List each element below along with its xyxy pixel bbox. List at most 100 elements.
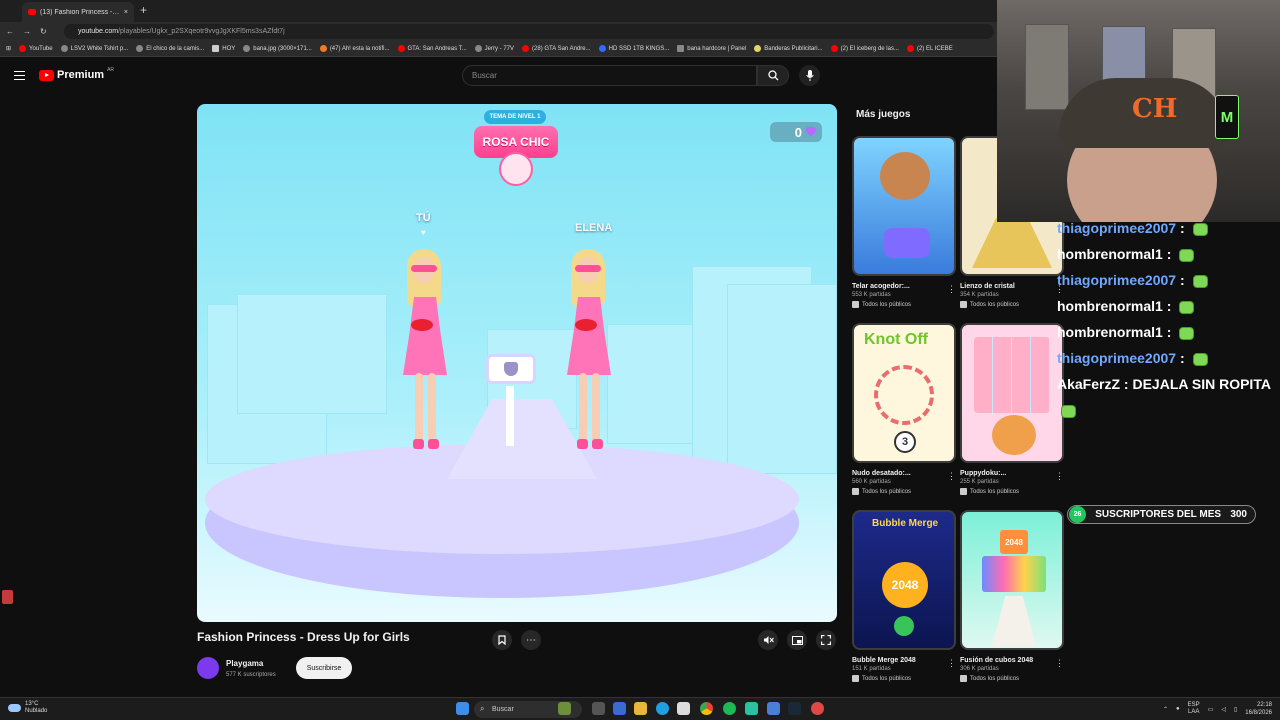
bookmark[interactable]: (2) EL ICEBE: [906, 45, 953, 52]
chat-message: AkaFerzZ : DEJALA SIN ROPITA: [1057, 371, 1280, 423]
game-canvas[interactable]: TEMA DE NIVEL 1 ROSA CHIC 0 TÚ ♥ ELENA: [197, 104, 837, 622]
game-thumbnail: [960, 323, 1064, 463]
chat-message: hombrenormal1 :: [1057, 319, 1280, 345]
rating-icon: [852, 301, 859, 308]
windows-start-icon[interactable]: [456, 702, 469, 715]
mute-button[interactable]: [758, 630, 778, 650]
bookmark[interactable]: Banderas Publicitari...: [754, 45, 823, 52]
chat-username: hombrenormal1: [1057, 246, 1163, 262]
opponent-label: ELENA: [575, 222, 613, 234]
heart-icon: ♥: [421, 228, 426, 237]
game-thumbnail: 2048: [960, 510, 1064, 650]
browser-tab[interactable]: (13) Fashion Princess - Dress U ×: [22, 2, 134, 22]
search-input[interactable]: Buscar: [462, 65, 757, 86]
bookmark-icon: [754, 45, 762, 52]
more-options-button[interactable]: ⋯: [521, 630, 541, 650]
fullscreen-button[interactable]: [816, 630, 836, 650]
new-tab-button[interactable]: +: [140, 3, 147, 17]
game-card[interactable]: Telar acogedor:... 553 K partidas Todos …: [852, 136, 956, 308]
microphone-icon: [805, 70, 814, 81]
channel-subscribers: 577 K suscriptores: [226, 672, 276, 678]
bookmark-icon: [677, 45, 685, 52]
chevron-up-icon[interactable]: ⌃: [1163, 706, 1168, 713]
frog-emote-icon: [1179, 300, 1195, 314]
bookmark[interactable]: (2) El iceberg de las...: [830, 45, 899, 52]
miniplayer-button[interactable]: [787, 630, 807, 650]
bookmark[interactable]: YouTube: [19, 45, 53, 52]
tab-title: (13) Fashion Princess - Dress U: [40, 8, 120, 16]
store-icon[interactable]: [677, 702, 690, 715]
game-thumbnail: Knot Off 3: [852, 323, 956, 463]
network-icon[interactable]: ▭: [1208, 706, 1214, 713]
chat-username: AkaFerzZ: [1057, 376, 1121, 392]
bookmark[interactable]: LSV2 White Tshirt p...: [60, 45, 128, 52]
subscriber-count: 26: [1069, 506, 1086, 523]
frog-emote-icon: [1192, 222, 1208, 236]
reload-icon[interactable]: ↻: [40, 27, 47, 36]
bookmark[interactable]: (47) Ah! esta la notifi...: [319, 45, 390, 52]
subscriber-goal: 26 SUSCRIPTORES DEL MES 300: [1067, 505, 1256, 524]
save-button[interactable]: [492, 630, 512, 650]
spotify-icon[interactable]: [723, 702, 736, 715]
subscribe-button[interactable]: Suscribirse: [296, 657, 352, 679]
bookmark[interactable]: El chico de la camis...: [136, 45, 204, 52]
bookmark[interactable]: (28) GTA San Andre...: [522, 45, 591, 52]
chat-separator: :: [1162, 246, 1176, 262]
menu-icon[interactable]: [14, 71, 25, 80]
player-character: [395, 249, 455, 459]
app-icon[interactable]: [613, 702, 626, 715]
bookmark[interactable]: GTA: San Andreas T...: [397, 45, 467, 52]
forward-icon[interactable]: →: [23, 27, 31, 36]
game-thumbnail: [852, 136, 956, 276]
bookmark-icon: [522, 45, 530, 52]
video-title: Fashion Princess - Dress Up for Girls: [197, 630, 410, 644]
back-icon[interactable]: ←: [6, 27, 14, 36]
search-button[interactable]: [757, 65, 789, 86]
channel-avatar[interactable]: [197, 657, 219, 679]
microphone-icon[interactable]: ●: [1176, 706, 1180, 712]
close-tab-icon[interactable]: ×: [124, 9, 128, 16]
voice-search-button[interactable]: [799, 65, 820, 86]
bookmark-icon: [598, 45, 606, 52]
file-explorer-icon[interactable]: [634, 702, 647, 715]
game-card[interactable]: Puppydoku:... 255 K partidas Todos los p…: [960, 323, 1064, 495]
card-menu-icon[interactable]: ⋮: [1055, 471, 1064, 482]
opponent-character: [559, 249, 619, 459]
chrome-icon[interactable]: [700, 702, 713, 715]
card-menu-icon[interactable]: ⋮: [1055, 658, 1064, 669]
game-card[interactable]: Bubble Merge 2048 Bubble Merge 2048 151 …: [852, 510, 956, 682]
streamer-webcam: CH M: [997, 0, 1280, 222]
chat-separator: :: [1176, 220, 1189, 236]
rating-icon: [960, 675, 967, 682]
card-menu-icon[interactable]: ⋮: [947, 284, 956, 295]
stream-chat: thiagoprimee2007 : hombrenormal1 : thiag…: [1057, 215, 1280, 423]
task-view-icon[interactable]: [558, 702, 571, 715]
app-icon[interactable]: [811, 702, 824, 715]
game-card[interactable]: 2048 Fusión de cubos 2048 306 K partidas…: [960, 510, 1064, 682]
clock[interactable]: 22:18 16/8/2026: [1245, 701, 1272, 717]
bookmark[interactable]: bana.jpg (3000×171...: [243, 45, 312, 52]
bookmark-folder[interactable]: HOY: [212, 45, 235, 52]
app-icon[interactable]: [767, 702, 780, 715]
app-icon[interactable]: [745, 702, 758, 715]
app-icon[interactable]: [592, 702, 605, 715]
language-indicator[interactable]: ESP LAA: [1188, 702, 1200, 716]
card-menu-icon[interactable]: ⋮: [947, 658, 956, 669]
bookmark[interactable]: Jerry - 77V: [474, 45, 514, 52]
weather-widget[interactable]: 13°C Nublado: [8, 701, 47, 715]
volume-icon[interactable]: ◁: [1221, 706, 1226, 713]
game-card[interactable]: Knot Off 3 Nudo desatado:... 560 K parti…: [852, 323, 956, 495]
steam-icon[interactable]: [788, 702, 801, 715]
bookmark[interactable]: HD SSD 1TB KINGS...: [598, 45, 669, 52]
chat-username: thiagoprimee2007: [1057, 272, 1177, 288]
bookmark-icon: [397, 45, 405, 52]
edge-icon[interactable]: [656, 702, 669, 715]
youtube-premium-logo[interactable]: Premium AR: [39, 67, 114, 81]
battery-icon[interactable]: ▯: [1234, 706, 1237, 713]
channel-name[interactable]: Playgama: [226, 659, 263, 668]
bookmark[interactable]: bana hardcore | Panel: [677, 45, 746, 52]
address-bar[interactable]: youtube.com/playables/Ugkx_p2SXqeotr9vvg…: [64, 24, 994, 39]
apps-grid-icon[interactable]: ⊞: [6, 45, 11, 52]
card-menu-icon[interactable]: ⋮: [947, 471, 956, 482]
system-tray: ⌃ ● ESP LAA ▭ ◁ ▯ 22:18 16/8/2026: [1163, 701, 1272, 717]
